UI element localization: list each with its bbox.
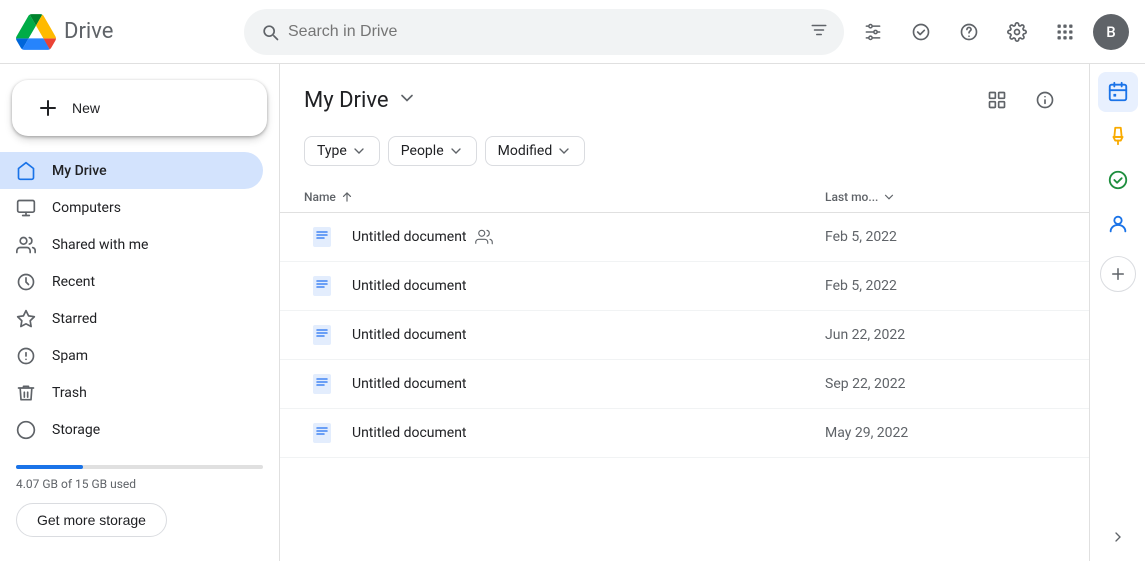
tasks-panel-icon[interactable] — [1098, 160, 1138, 200]
sidebar-item-recent[interactable]: Recent — [0, 263, 263, 300]
file-name: Untitled document — [352, 228, 825, 246]
shared-nav-icon — [16, 235, 36, 255]
contacts-panel-icon[interactable] — [1098, 204, 1138, 244]
file-date: Feb 5, 2022 — [825, 278, 1025, 294]
info-button[interactable] — [1025, 80, 1065, 120]
file-more-actions[interactable] — [1025, 417, 1065, 449]
file-date: Feb 5, 2022 — [825, 229, 1025, 245]
grid-view-button[interactable] — [977, 80, 1017, 120]
drive-nav-icon — [16, 161, 36, 181]
file-more-actions[interactable] — [1025, 221, 1065, 253]
date-sort-icon — [882, 190, 896, 204]
drive-title-chevron-icon[interactable] — [397, 88, 417, 112]
file-more-actions[interactable] — [1025, 319, 1065, 351]
drive-title: My Drive — [304, 88, 389, 113]
doc-icon — [304, 421, 340, 445]
file-row[interactable]: Untitled document Feb 5, 2022 — [280, 262, 1089, 311]
spam-nav-icon — [16, 346, 36, 366]
file-row[interactable]: Untitled document May 29, 2022 — [280, 409, 1089, 458]
storage-bar-fill — [16, 465, 83, 469]
drive-title-row: My Drive — [304, 80, 1065, 120]
file-list: Name Last mo... — [280, 182, 1089, 561]
modified-filter-chevron-icon — [556, 143, 572, 159]
file-name: Untitled document — [352, 425, 825, 441]
name-sort-icon — [340, 190, 354, 204]
column-name[interactable]: Name — [304, 190, 825, 204]
help-button[interactable] — [949, 12, 989, 52]
storage-text: 4.07 GB of 15 GB used — [16, 477, 263, 491]
sidebar-item-trash[interactable]: Trash — [0, 375, 263, 412]
sidebar-item-shared-with-me[interactable]: Shared with me — [0, 226, 263, 263]
sidebar-item-starred[interactable]: Starred — [0, 301, 263, 338]
get-more-storage-button[interactable]: Get more storage — [16, 503, 167, 537]
search-filter-icon[interactable] — [810, 21, 828, 43]
filter-settings-button[interactable] — [853, 12, 893, 52]
app-container: Drive — [0, 0, 1145, 561]
file-name: Untitled document — [352, 327, 825, 343]
file-name: Untitled document — [352, 278, 825, 294]
content-header: My Drive — [280, 64, 1089, 182]
sidebar-item-storage[interactable]: Storage — [0, 412, 263, 449]
user-avatar[interactable]: B — [1093, 14, 1129, 50]
recent-nav-icon — [16, 272, 36, 292]
shared-icon — [475, 228, 493, 246]
keep-panel-icon[interactable] — [1098, 116, 1138, 156]
filter-modified[interactable]: Modified — [485, 136, 586, 166]
sidebar-item-computers[interactable]: Computers — [0, 189, 263, 226]
storage-nav-icon — [16, 420, 36, 440]
search-icon — [260, 22, 280, 42]
trash-nav-icon — [16, 383, 36, 403]
doc-icon — [304, 225, 340, 249]
doc-icon — [304, 372, 340, 396]
storage-section: 4.07 GB of 15 GB used Get more storage — [0, 449, 279, 553]
filter-type[interactable]: Type — [304, 136, 380, 166]
tasks-done-button[interactable] — [901, 12, 941, 52]
apps-button[interactable] — [1045, 12, 1085, 52]
computer-nav-icon — [16, 198, 36, 218]
calendar-panel-icon[interactable] — [1098, 72, 1138, 112]
search-bar[interactable] — [244, 9, 844, 55]
file-more-actions[interactable] — [1025, 270, 1065, 302]
column-date[interactable]: Last mo... — [825, 190, 1025, 204]
header: Drive — [0, 0, 1145, 64]
starred-nav-icon — [16, 309, 36, 329]
file-row[interactable]: Untitled document Sep 22, 2022 — [280, 360, 1089, 409]
right-panel — [1089, 64, 1145, 561]
doc-icon — [304, 274, 340, 298]
plus-icon — [36, 96, 60, 120]
filter-people[interactable]: People — [388, 136, 477, 166]
add-panel-button[interactable] — [1100, 256, 1136, 292]
file-date: Jun 22, 2022 — [825, 327, 1025, 343]
file-date: Sep 22, 2022 — [825, 376, 1025, 392]
new-button[interactable]: New — [12, 80, 267, 136]
storage-bar-background — [16, 465, 263, 469]
sidebar-item-spam[interactable]: Spam — [0, 338, 263, 375]
view-controls — [977, 80, 1065, 120]
drive-logo-icon — [16, 12, 56, 52]
file-list-header: Name Last mo... — [280, 182, 1089, 213]
app-name: Drive — [64, 19, 113, 44]
file-name: Untitled document — [352, 376, 825, 392]
sidebar: New My Drive — [0, 64, 280, 561]
file-row[interactable]: Untitled document Feb 5, 2022 — [280, 213, 1089, 262]
file-row[interactable]: Untitled document Jun 22, 2022 — [280, 311, 1089, 360]
file-date: May 29, 2022 — [825, 425, 1025, 441]
settings-button[interactable] — [997, 12, 1037, 52]
sidebar-item-my-drive[interactable]: My Drive — [0, 152, 263, 189]
filters-row: Type People Modified — [304, 136, 1065, 166]
file-more-actions[interactable] — [1025, 368, 1065, 400]
body: New My Drive — [0, 64, 1145, 561]
search-input[interactable] — [288, 23, 802, 41]
right-panel-expand-button[interactable] — [1102, 521, 1134, 553]
header-actions: B — [853, 12, 1129, 52]
type-filter-chevron-icon — [351, 143, 367, 159]
people-filter-chevron-icon — [448, 143, 464, 159]
doc-icon — [304, 323, 340, 347]
logo-area: Drive — [16, 12, 236, 52]
main-content: My Drive — [280, 64, 1089, 561]
